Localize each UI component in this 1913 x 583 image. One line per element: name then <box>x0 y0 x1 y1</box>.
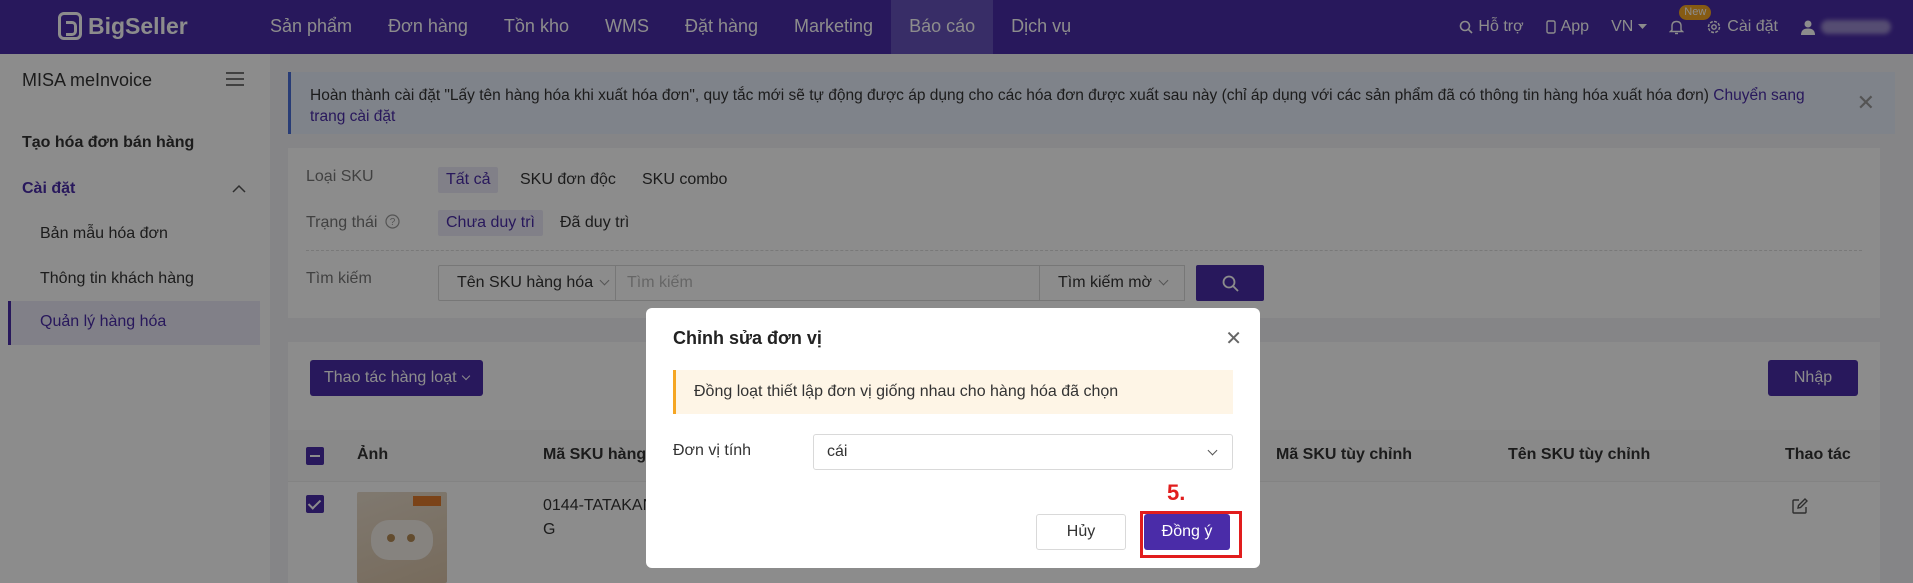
warning-notice: Đồng loạt thiết lập đơn vị giống nhau ch… <box>673 370 1233 414</box>
unit-select[interactable]: cái <box>813 434 1233 470</box>
unit-label: Đơn vị tính <box>673 442 752 459</box>
cancel-button[interactable]: Hủy <box>1036 514 1126 550</box>
unit-value: cái <box>827 443 848 460</box>
chevron-down-icon <box>1207 445 1218 456</box>
dialog-title: Chỉnh sửa đơn vị <box>673 328 822 348</box>
highlight-box <box>1140 511 1242 558</box>
close-icon[interactable]: ✕ <box>1225 326 1242 351</box>
step-number-label: 5. <box>1167 480 1186 505</box>
